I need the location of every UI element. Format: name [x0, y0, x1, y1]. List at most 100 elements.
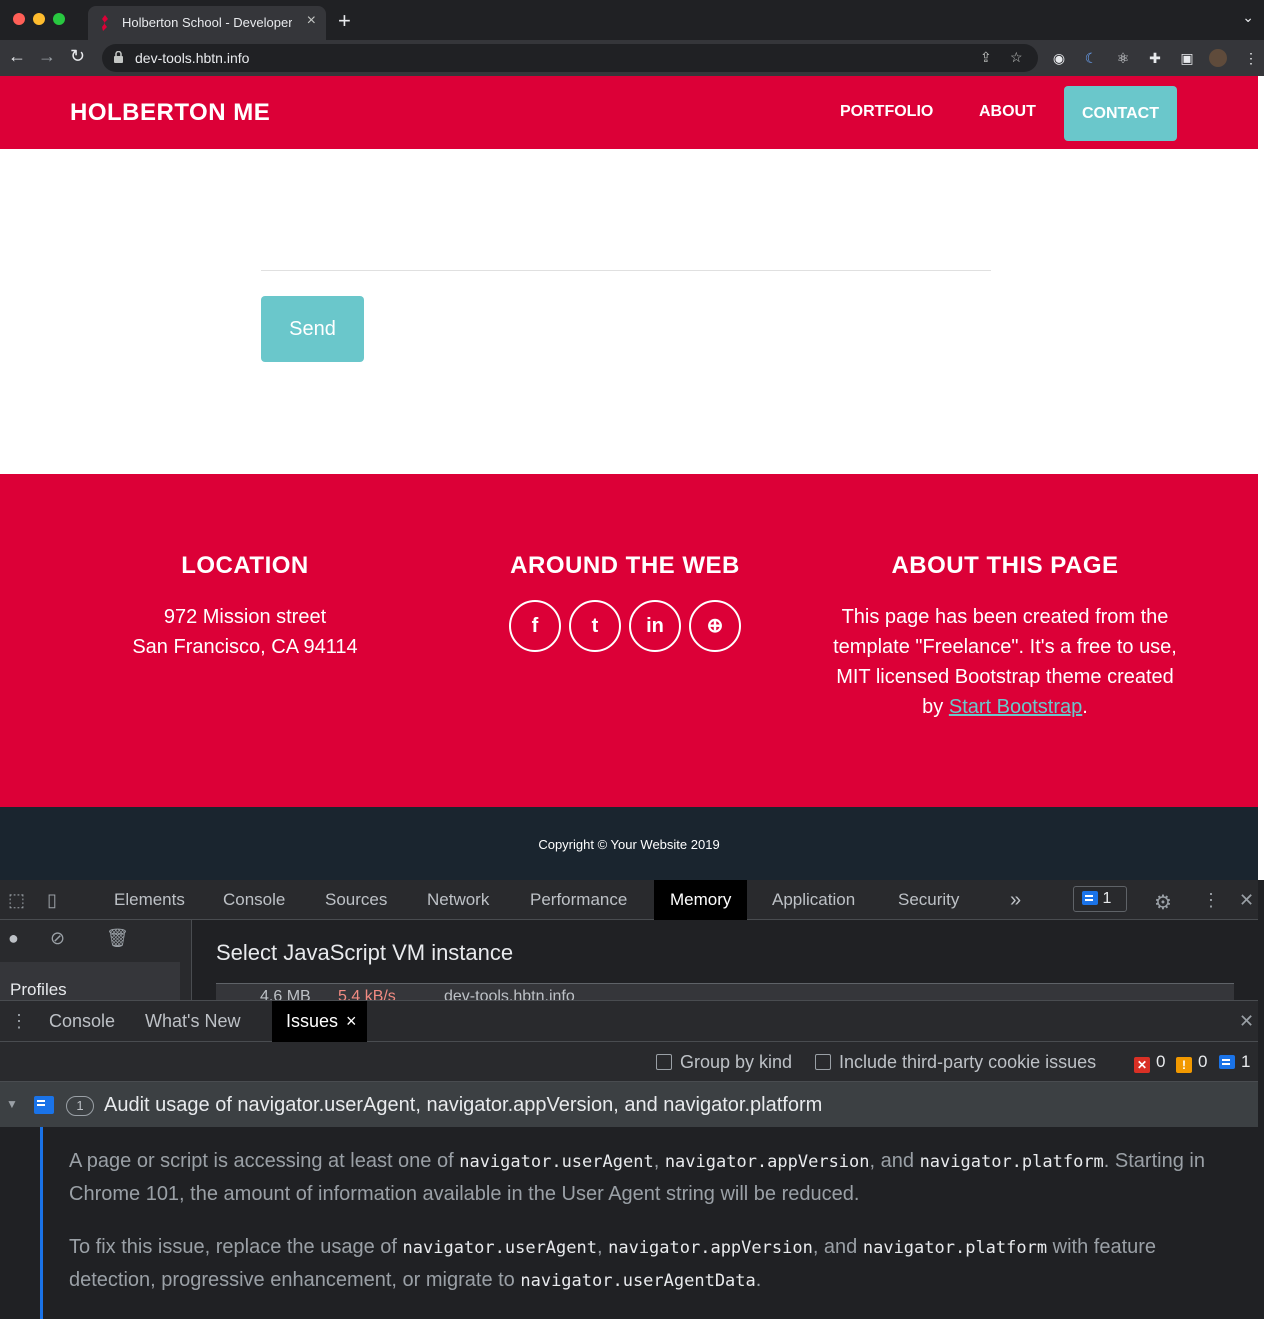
- desc-text: A page or script is accessing at least o…: [69, 1150, 460, 1172]
- code-user-agent: navigator.userAgent: [459, 1152, 654, 1172]
- new-tab-button[interactable]: +: [338, 8, 351, 34]
- close-drawer-icon[interactable]: ✕: [1239, 1011, 1254, 1032]
- code-user-agent: navigator.userAgent: [402, 1238, 597, 1258]
- extensions-puzzle-icon[interactable]: ✚: [1146, 49, 1164, 67]
- settings-gear-icon[interactable]: ⚙: [1154, 890, 1172, 915]
- desc-sep: ,: [653, 1150, 665, 1172]
- issue-occurrence-count: 1: [66, 1096, 94, 1116]
- issues-counter-button[interactable]: 1: [1073, 886, 1127, 912]
- reload-icon[interactable]: ↻: [70, 46, 85, 67]
- fix-end: .: [755, 1269, 762, 1291]
- drawer-tab-issues[interactable]: Issues ×: [272, 1001, 367, 1042]
- tab-application[interactable]: Application: [756, 880, 871, 920]
- drawer-tab-whats-new[interactable]: What's New: [131, 1001, 254, 1042]
- dribbble-icon[interactable]: ⊕: [689, 600, 741, 652]
- maximize-window-button[interactable]: [53, 13, 65, 25]
- extension-moon-icon[interactable]: ☾: [1082, 49, 1100, 67]
- tab-search-chevron-icon[interactable]: ⌄: [1242, 9, 1254, 26]
- code-platform: navigator.platform: [919, 1152, 1104, 1172]
- trash-icon[interactable]: 🗑: [106, 928, 129, 949]
- facebook-icon[interactable]: f: [509, 600, 561, 652]
- back-arrow-icon[interactable]: ←: [8, 46, 26, 67]
- drawer-menu-icon[interactable]: ⋮: [10, 1011, 28, 1032]
- site-footer: LOCATION 972 Mission street San Francisc…: [0, 474, 1258, 807]
- tab-console[interactable]: Console: [207, 880, 301, 920]
- close-devtools-icon[interactable]: ✕: [1239, 890, 1254, 911]
- close-issues-tab-icon[interactable]: ×: [346, 1001, 357, 1042]
- issues-tab-label: Issues: [286, 1011, 339, 1031]
- info-message-icon: [1219, 1055, 1235, 1069]
- about-end: .: [1082, 696, 1088, 718]
- tab-memory[interactable]: Memory: [654, 880, 748, 920]
- footer-social: AROUND THE WEB f t in ⊕: [475, 552, 775, 652]
- web-page: HOLBERTON ME PORTFOLIO ABOUT CONTACT Sen…: [0, 76, 1258, 880]
- tab-close-icon[interactable]: ×: [307, 12, 316, 30]
- forward-arrow-icon[interactable]: →: [38, 46, 56, 67]
- nav-contact-link[interactable]: CONTACT: [1064, 86, 1177, 141]
- devtools-panel: ⬚ ▯ Elements Console Sources Network Per…: [0, 880, 1264, 1319]
- bookmark-star-icon[interactable]: ☆: [1010, 49, 1023, 66]
- tab-network[interactable]: Network: [411, 880, 505, 920]
- tab-sources[interactable]: Sources: [309, 880, 403, 920]
- drawer-tab-console[interactable]: Console: [35, 1001, 129, 1042]
- site-brand[interactable]: HOLBERTON ME: [70, 99, 270, 127]
- checkbox-box[interactable]: [656, 1054, 672, 1070]
- warning-count: ! 0: [1176, 1052, 1207, 1073]
- linkedin-icon[interactable]: in: [629, 600, 681, 652]
- extension-owl-icon[interactable]: ◉: [1050, 49, 1068, 67]
- issue-description: A page or script is accessing at least o…: [69, 1145, 1229, 1210]
- code-app-version: navigator.appVersion: [664, 1152, 870, 1172]
- vm-heap-size: 4.6 MB: [260, 988, 311, 1000]
- browser-toolbar: ← → ↻ dev-tools.hbtn.info ⇪ ☆ ◉ ☾ ⚛ ✚ ▣ …: [0, 40, 1264, 76]
- code-platform: navigator.platform: [862, 1238, 1048, 1258]
- issue-header[interactable]: ▼ 1 Audit usage of navigator.userAgent, …: [0, 1082, 1258, 1127]
- twitter-icon[interactable]: t: [569, 600, 621, 652]
- tab-elements[interactable]: Elements: [98, 880, 201, 920]
- holberton-favicon-icon: [102, 15, 108, 31]
- tab-security[interactable]: Security: [882, 880, 975, 920]
- issue-message-icon: [34, 1096, 54, 1114]
- vm-name: dev-tools.hbtn.info: [444, 988, 575, 1000]
- device-toolbar-icon[interactable]: ▯: [47, 890, 57, 911]
- lock-icon: [114, 51, 123, 63]
- nav-about-link[interactable]: ABOUT: [979, 103, 1036, 121]
- send-button[interactable]: Send: [261, 296, 364, 362]
- site-navbar: HOLBERTON ME PORTFOLIO ABOUT CONTACT: [0, 76, 1258, 149]
- devtools-menu-icon[interactable]: ⋮: [1202, 890, 1220, 911]
- browser-tab[interactable]: Holberton School - Developer tools ×: [88, 6, 326, 40]
- tab-title: Holberton School - Developer tools: [122, 15, 292, 30]
- browser-menu-icon[interactable]: ⋮: [1242, 49, 1260, 67]
- message-field-underline[interactable]: [261, 270, 991, 271]
- inspect-element-icon[interactable]: ⬚: [8, 890, 25, 911]
- warning-count-value: 0: [1198, 1052, 1208, 1071]
- share-icon[interactable]: ⇪: [980, 49, 992, 66]
- url-text: dev-tools.hbtn.info: [135, 50, 250, 66]
- third-party-label: Include third-party cookie issues: [839, 1052, 1097, 1072]
- address-line-2: San Francisco, CA 94114: [132, 636, 358, 658]
- react-devtools-icon[interactable]: ⚛: [1114, 49, 1132, 67]
- side-panel-icon[interactable]: ▣: [1178, 49, 1196, 67]
- drawer-tabbar: ⋮ Console What's New Issues × ✕: [0, 1000, 1264, 1042]
- group-by-kind-checkbox[interactable]: Group by kind: [656, 1052, 792, 1073]
- address-bar[interactable]: dev-tools.hbtn.info ⇪ ☆: [102, 44, 1038, 72]
- record-icon[interactable]: ●: [8, 928, 19, 949]
- profile-avatar[interactable]: [1209, 49, 1227, 67]
- close-window-button[interactable]: [13, 13, 25, 25]
- vm-instance-row[interactable]: 4.6 MB 5.4 kB/s dev-tools.hbtn.info: [216, 983, 1234, 1000]
- devtools-scrollbar[interactable]: [1258, 880, 1264, 1319]
- third-party-cookie-checkbox[interactable]: Include third-party cookie issues: [815, 1052, 1096, 1073]
- expand-triangle-icon[interactable]: ▼: [6, 1097, 18, 1111]
- clear-icon[interactable]: ⊘: [50, 928, 65, 949]
- error-icon: ✕: [1134, 1057, 1150, 1073]
- checkbox-box[interactable]: [815, 1054, 831, 1070]
- fix-sep: ,: [596, 1236, 609, 1258]
- tab-performance[interactable]: Performance: [514, 880, 643, 920]
- minimize-window-button[interactable]: [33, 13, 45, 25]
- devtools-tabbar: ⬚ ▯ Elements Console Sources Network Per…: [0, 880, 1264, 920]
- info-count: 1: [1219, 1052, 1250, 1072]
- footer-about: ABOUT THIS PAGE This page has been creat…: [830, 552, 1180, 722]
- start-bootstrap-link[interactable]: Start Bootstrap: [949, 696, 1082, 718]
- nav-portfolio-link[interactable]: PORTFOLIO: [840, 103, 933, 121]
- page-scrollbar[interactable]: [1258, 76, 1264, 880]
- more-tabs-chevron-icon[interactable]: »: [994, 880, 1037, 920]
